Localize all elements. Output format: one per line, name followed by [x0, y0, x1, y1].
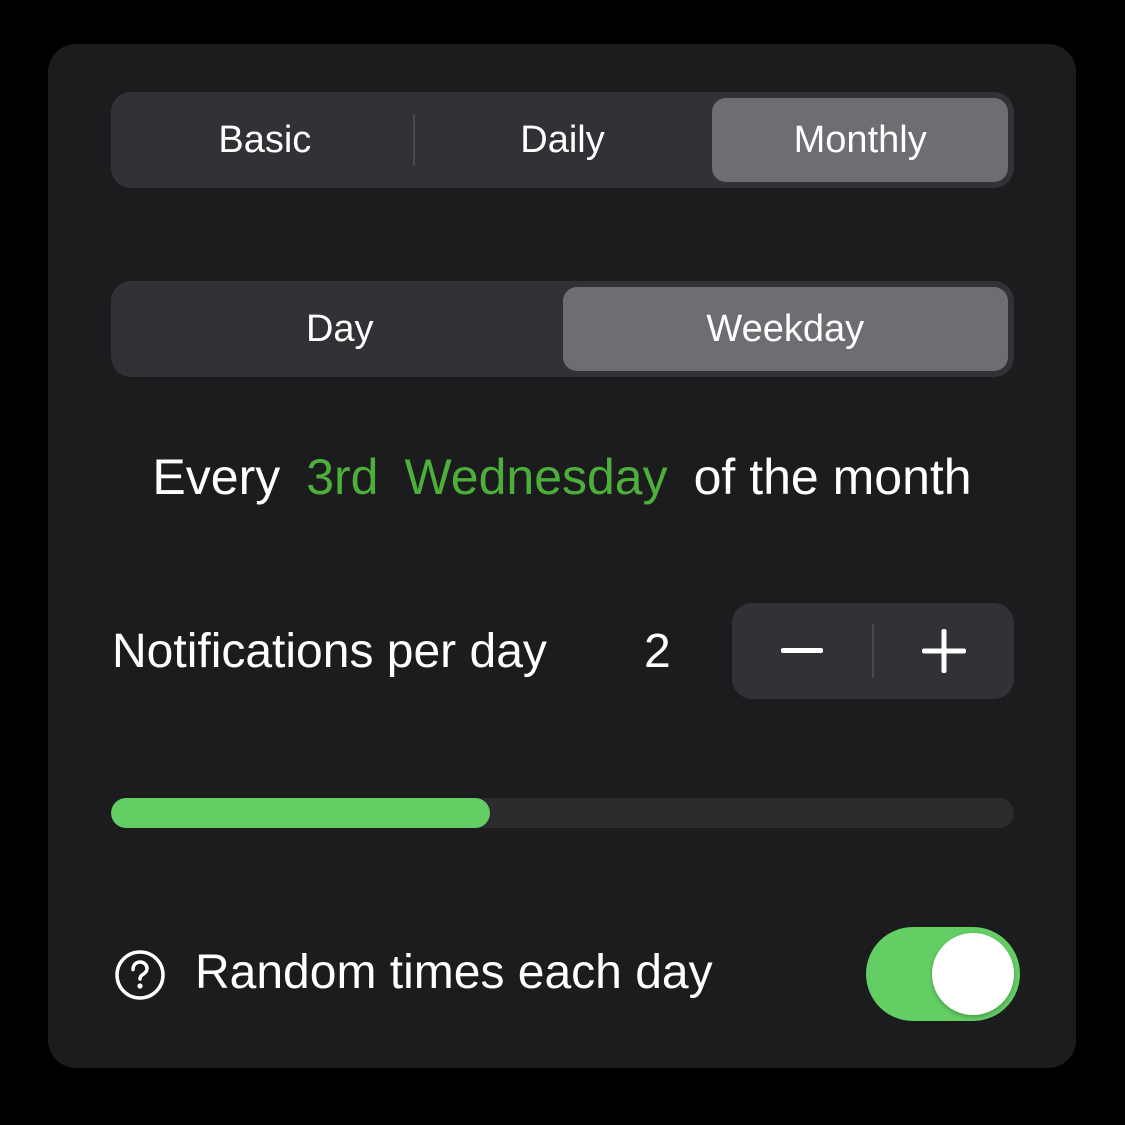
ordinal-picker[interactable]: 3rd — [306, 449, 378, 505]
random-times-toggle[interactable] — [866, 927, 1020, 1021]
tab-basic[interactable]: Basic — [117, 98, 413, 182]
tab-daily[interactable]: Daily — [415, 98, 711, 182]
increment-button[interactable] — [874, 603, 1014, 699]
toggle-knob — [932, 933, 1014, 1015]
tab-weekday[interactable]: Weekday — [562, 287, 1008, 371]
decrement-button[interactable] — [732, 603, 872, 699]
tab-day[interactable]: Day — [117, 287, 563, 371]
schedule-card: Basic Daily Monthly Day Weekday Every 3rd… — [48, 44, 1076, 1068]
random-times-label: Random times each day — [195, 946, 713, 999]
tab-monthly[interactable]: Monthly — [712, 98, 1009, 182]
weekday-picker[interactable]: Wednesday — [404, 449, 667, 505]
schedule-prefix: Every — [152, 449, 281, 505]
notifications-stepper — [732, 603, 1014, 699]
notifications-label: Notifications per day — [112, 625, 547, 678]
question-circle-icon[interactable] — [114, 949, 166, 1001]
minus-icon — [781, 648, 823, 653]
monthly-mode-segmented-control: Day Weekday — [111, 281, 1014, 377]
plus-icon — [922, 629, 966, 673]
schedule-suffix: of the month — [693, 449, 972, 505]
schedule-summary: Every 3rd Wednesday of the month — [48, 448, 1076, 506]
notifications-progress-bar — [111, 798, 1014, 828]
progress-fill — [111, 798, 491, 828]
notifications-value: 2 — [644, 625, 671, 678]
frequency-segmented-control: Basic Daily Monthly — [111, 92, 1014, 188]
